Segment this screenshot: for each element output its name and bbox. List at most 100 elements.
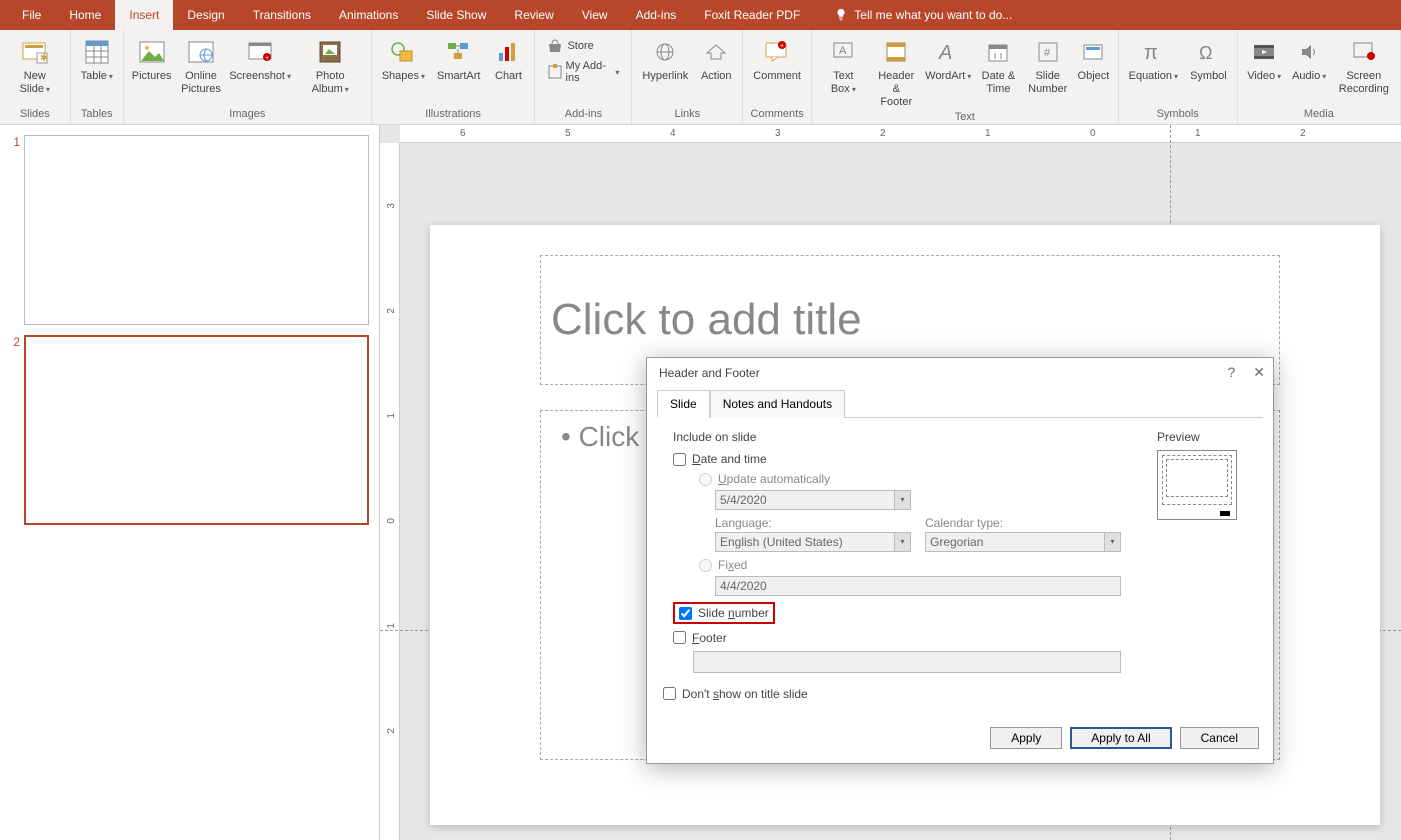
shapes-button[interactable]: Shapes [376, 34, 431, 85]
group-addins: Store My Add-ins Add-ins [535, 30, 632, 124]
thumb-number-1: 1 [10, 135, 24, 325]
fixed-radio-row: Fixed [699, 558, 1137, 572]
group-label-comments: Comments [747, 108, 807, 122]
slide-number-icon: # [1037, 41, 1059, 63]
footer-checkbox[interactable] [673, 631, 686, 644]
header-footer-icon [885, 41, 907, 63]
tab-animations[interactable]: Animations [325, 0, 412, 30]
smartart-button[interactable]: SmartArt [431, 34, 486, 85]
wordart-icon: A [937, 41, 959, 63]
tellme-text: Tell me what you want to do... [854, 8, 1012, 22]
chart-button[interactable]: Chart [486, 34, 530, 85]
tab-file[interactable]: File [8, 0, 55, 30]
chevron-down-icon: ▾ [894, 491, 910, 509]
slide-number-checkbox[interactable] [679, 607, 692, 620]
audio-button[interactable]: Audio [1287, 34, 1332, 85]
comment-button[interactable]: +Comment [747, 34, 807, 85]
table-button[interactable]: Table [75, 34, 119, 85]
object-button[interactable]: Object [1073, 34, 1113, 85]
pictures-button[interactable]: Pictures [128, 34, 175, 85]
datetime-icon [987, 41, 1009, 63]
dialog-tabs: Slide Notes and Handouts [657, 389, 1263, 418]
include-on-slide-label: Include on slide [673, 430, 1137, 444]
group-label-images: Images [128, 108, 367, 122]
symbol-button[interactable]: ΩSymbol [1184, 34, 1233, 85]
tab-review[interactable]: Review [500, 0, 567, 30]
textbox-button[interactable]: AText Box [816, 34, 871, 98]
addins-icon [547, 64, 561, 80]
tab-foxit[interactable]: Foxit Reader PDF [690, 0, 814, 30]
close-icon[interactable]: ✕ [1253, 364, 1265, 381]
equation-button[interactable]: πEquation [1123, 34, 1184, 85]
video-icon [1252, 41, 1276, 63]
group-label-links: Links [636, 108, 738, 122]
group-comments: +Comment Comments [743, 30, 812, 124]
tellme-search[interactable]: Tell me what you want to do... [834, 8, 1012, 22]
online-pictures-button[interactable]: Online Pictures [175, 34, 226, 98]
hyperlink-button[interactable]: Hyperlink [636, 34, 694, 85]
svg-text:+: + [265, 55, 269, 62]
hyperlink-icon [652, 41, 678, 63]
slide-thumbnail-2[interactable] [24, 335, 369, 525]
help-icon[interactable]: ? [1227, 364, 1235, 381]
update-auto-radio-row: Update automatically [699, 472, 1137, 486]
horizontal-ruler: 6 5 4 3 2 1 0 1 2 [400, 125, 1401, 143]
caltype-label: Calendar type: [925, 516, 1121, 530]
datetime-checkbox[interactable] [673, 453, 686, 466]
tab-transitions[interactable]: Transitions [239, 0, 325, 30]
photo-album-button[interactable]: Photo Album [294, 34, 367, 98]
screenshot-button[interactable]: +Screenshot [227, 34, 294, 85]
group-symbols: πEquation ΩSymbol Symbols [1119, 30, 1238, 124]
caltype-combo: Gregorian▾ [925, 532, 1121, 552]
group-tables: Table Tables [71, 30, 124, 124]
my-addins-button[interactable]: My Add-ins [545, 58, 621, 86]
group-links: Hyperlink Action Links [632, 30, 743, 124]
tab-insert[interactable]: Insert [115, 0, 173, 30]
tab-design[interactable]: Design [173, 0, 238, 30]
fixed-date-input: 4/4/2020 [715, 576, 1121, 596]
tab-slideshow[interactable]: Slide Show [412, 0, 500, 30]
shapes-icon [390, 41, 416, 63]
store-button[interactable]: Store [545, 36, 621, 56]
group-text: AText Box Header & Footer AWordArt Date … [812, 30, 1119, 124]
dont-show-title-checkbox[interactable] [663, 687, 676, 700]
video-button[interactable]: Video [1242, 34, 1287, 85]
dont-show-title-row[interactable]: Don't show on title slide [663, 687, 1137, 701]
preview-label: Preview [1157, 430, 1257, 444]
group-label-media: Media [1242, 108, 1396, 122]
group-illustrations: Shapes SmartArt Chart Illustrations [372, 30, 536, 124]
action-button[interactable]: Action [694, 34, 738, 85]
store-icon [547, 38, 563, 54]
slide-thumbnail-1[interactable] [24, 135, 369, 325]
screen-recording-button[interactable]: Screen Recording [1332, 34, 1396, 98]
language-combo: English (United States)▾ [715, 532, 911, 552]
apply-button[interactable]: Apply [990, 727, 1062, 749]
textbox-icon: A [832, 41, 854, 63]
online-pictures-icon [188, 41, 214, 63]
ribbon: ✱ New Slide Slides Table Tables Pictures… [0, 30, 1401, 125]
action-icon [703, 41, 729, 63]
table-icon [84, 39, 110, 65]
header-footer-button[interactable]: Header & Footer [871, 34, 922, 111]
tab-home[interactable]: Home [55, 0, 115, 30]
chevron-down-icon: ▾ [1104, 533, 1120, 551]
dialog-tab-slide[interactable]: Slide [657, 390, 710, 418]
wordart-button[interactable]: AWordArt [922, 34, 975, 85]
apply-to-all-button[interactable]: Apply to All [1070, 727, 1171, 749]
symbol-icon: Ω [1197, 41, 1219, 63]
datetime-button[interactable]: Date & Time [975, 34, 1022, 98]
group-label-illustrations: Illustrations [376, 108, 531, 122]
datetime-checkbox-row[interactable]: Date and time [673, 452, 1137, 466]
dialog-tab-notes[interactable]: Notes and Handouts [710, 390, 845, 418]
group-slides: ✱ New Slide Slides [0, 30, 71, 124]
group-media: Video Audio Screen Recording Media [1238, 30, 1401, 124]
tab-view[interactable]: View [568, 0, 622, 30]
new-slide-button[interactable]: ✱ New Slide [4, 34, 66, 98]
tab-addins[interactable]: Add-ins [622, 0, 691, 30]
cancel-button[interactable]: Cancel [1180, 727, 1259, 749]
footer-checkbox-row[interactable]: Footer [673, 631, 1137, 645]
group-label-tables: Tables [75, 108, 119, 122]
screenshot-icon: + [247, 41, 273, 63]
slide-number-button[interactable]: #Slide Number [1022, 34, 1073, 98]
slide-panel[interactable]: 1 2 [0, 125, 380, 840]
